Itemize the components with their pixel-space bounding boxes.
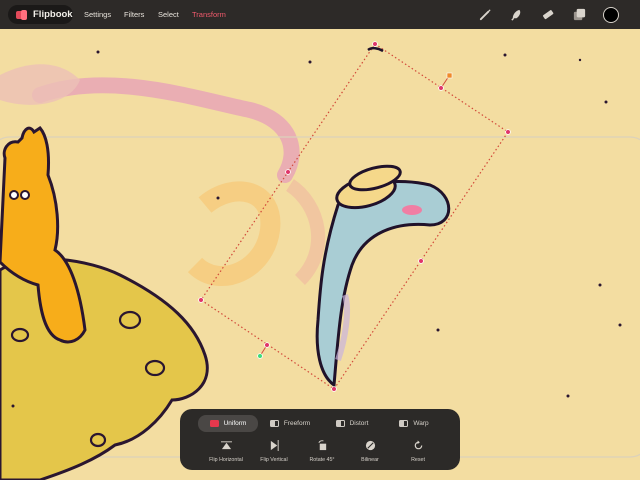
- brush-icon[interactable]: [478, 7, 493, 22]
- app-logo-icon: [16, 9, 28, 20]
- mode-label: Distort: [349, 420, 369, 427]
- uniform-icon: [209, 420, 219, 427]
- app-menu-button[interactable]: Flipbook: [8, 5, 73, 24]
- transform-toolbar: Uniform Freeform Distort Warp Flip Horiz…: [180, 409, 460, 470]
- reset-button[interactable]: Reset: [394, 439, 442, 463]
- mode-uniform[interactable]: Uniform: [198, 415, 258, 432]
- rotate-45-button[interactable]: Rotate 45°: [298, 439, 346, 463]
- color-swatch[interactable]: [603, 7, 619, 23]
- action-label: Flip Vertical: [260, 457, 288, 463]
- menu-select[interactable]: Select: [158, 10, 179, 19]
- flip-horizontal-button[interactable]: Flip Horizontal: [202, 439, 250, 463]
- eraser-icon[interactable]: [540, 7, 555, 22]
- top-bar: Flipbook Settings Filters Select Transfo…: [0, 0, 640, 29]
- menu-settings[interactable]: Settings: [84, 10, 111, 19]
- action-label: Rotate 45°: [309, 457, 335, 463]
- action-label: Bilinear: [361, 457, 379, 463]
- flip-horizontal-icon: [202, 439, 250, 451]
- flip-vertical-icon: [250, 439, 298, 451]
- flip-vertical-button[interactable]: Flip Vertical: [250, 439, 298, 463]
- mode-label: Uniform: [223, 420, 247, 427]
- mode-distort[interactable]: Distort: [322, 415, 382, 432]
- mode-freeform[interactable]: Freeform: [260, 415, 320, 432]
- action-label: Reset: [411, 457, 425, 463]
- mode-warp[interactable]: Warp: [384, 415, 444, 432]
- smudge-icon[interactable]: [509, 7, 524, 22]
- freeform-icon: [269, 420, 279, 427]
- transform-mode-row: Uniform Freeform Distort Warp: [198, 415, 444, 432]
- action-label: Flip Horizontal: [209, 457, 243, 463]
- mode-label: Warp: [413, 420, 429, 427]
- warp-icon: [399, 420, 409, 427]
- artwork: [0, 41, 640, 480]
- reset-icon: [394, 439, 442, 451]
- transform-action-row: Flip Horizontal Flip Vertical Rotate 45°…: [200, 439, 440, 467]
- rotate-45-icon: [298, 439, 346, 451]
- menu-filters[interactable]: Filters: [124, 10, 144, 19]
- bilinear-icon: [346, 439, 394, 451]
- distort-icon: [335, 420, 345, 427]
- bilinear-button[interactable]: Bilinear: [346, 439, 394, 463]
- app-name: Flipbook: [33, 9, 73, 20]
- layers-icon[interactable]: [572, 7, 587, 22]
- drawing-canvas[interactable]: [0, 0, 640, 480]
- menu-transform[interactable]: Transform: [192, 10, 226, 19]
- mode-label: Freeform: [283, 420, 311, 427]
